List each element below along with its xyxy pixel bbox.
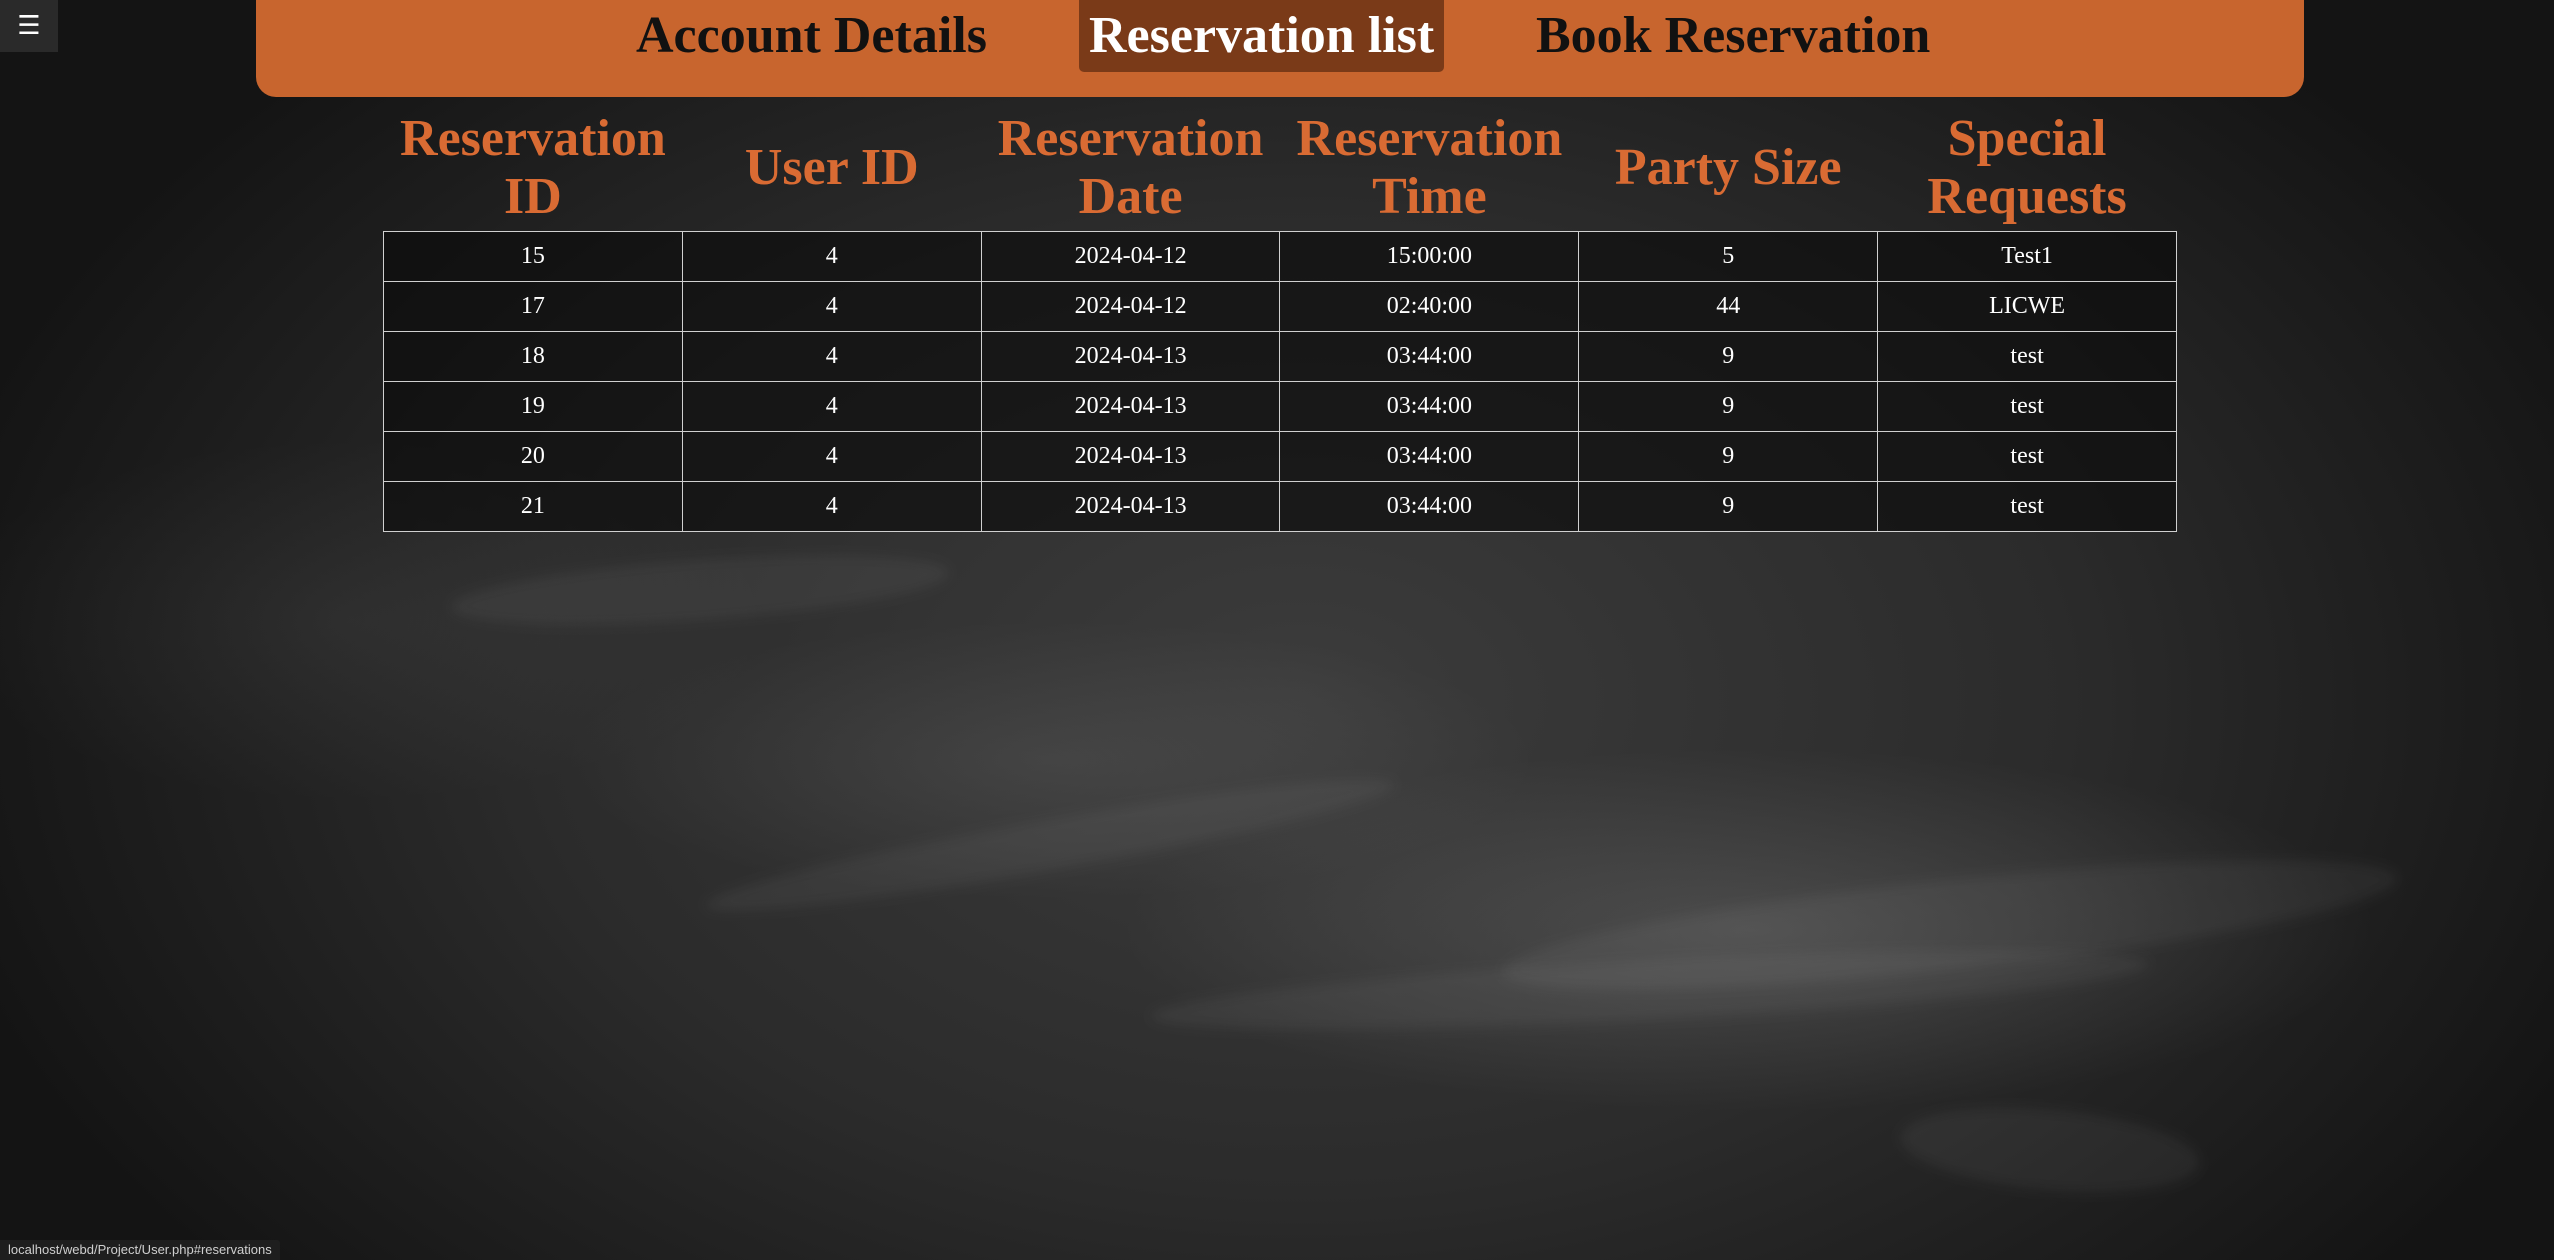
cell-user-id: 4 <box>681 431 982 482</box>
table-row: 17 4 2024-04-12 02:40:00 44 LICWE <box>383 281 2177 332</box>
cell-special-requests: test <box>1877 381 2177 432</box>
table-row: 21 4 2024-04-13 03:44:00 9 test <box>383 481 2177 532</box>
nav-account-details[interactable]: Account Details <box>636 0 987 72</box>
cell-reservation-time: 03:44:00 <box>1279 331 1580 382</box>
cell-reservation-date: 2024-04-13 <box>980 481 1281 532</box>
top-navigation: Account Details Reservation list Book Re… <box>256 0 2304 97</box>
cell-user-id: 4 <box>681 281 982 332</box>
table-row: 19 4 2024-04-13 03:44:00 9 test <box>383 381 2177 432</box>
cell-special-requests: Test1 <box>1877 231 2177 282</box>
column-header-reservation-date: Reservation Date <box>997 110 1264 225</box>
cell-reservation-time: 02:40:00 <box>1279 281 1580 332</box>
column-header-reservation-id: Reservation ID <box>400 110 666 225</box>
hamburger-menu-icon[interactable]: ☰ <box>17 11 40 41</box>
cell-reservation-id: 15 <box>383 231 683 282</box>
table-row: 18 4 2024-04-13 03:44:00 9 test <box>383 331 2177 382</box>
table-row: 15 4 2024-04-12 15:00:00 5 Test1 <box>383 231 2177 282</box>
nav-reservation-list[interactable]: Reservation list <box>1079 0 1445 72</box>
cell-reservation-time: 03:44:00 <box>1279 381 1580 432</box>
reservations-table: Reservation ID User ID Reservation Date … <box>383 105 2177 532</box>
cell-party-size: 9 <box>1578 381 1879 432</box>
status-bar-url: localhost/webd/Project/User.php#reservat… <box>0 1240 280 1260</box>
nav-book-reservation[interactable]: Book Reservation <box>1536 0 1930 72</box>
cell-special-requests: test <box>1877 331 2177 382</box>
cell-special-requests: test <box>1877 431 2177 482</box>
cell-party-size: 44 <box>1578 281 1879 332</box>
cell-user-id: 4 <box>681 381 982 432</box>
column-header-user-id: User ID <box>744 139 919 196</box>
cell-reservation-id: 20 <box>383 431 683 482</box>
cell-reservation-date: 2024-04-13 <box>980 431 1281 482</box>
cell-reservation-date: 2024-04-13 <box>980 381 1281 432</box>
table-row: 20 4 2024-04-13 03:44:00 9 test <box>383 431 2177 482</box>
chalk-smudge <box>448 542 952 638</box>
cell-party-size: 9 <box>1578 481 1879 532</box>
table-header-row: Reservation ID User ID Reservation Date … <box>384 105 2177 232</box>
cell-special-requests: LICWE <box>1877 281 2177 332</box>
cell-reservation-time: 15:00:00 <box>1279 231 1580 282</box>
cell-party-size: 5 <box>1578 231 1879 282</box>
column-header-special-requests: Special Requests <box>1927 110 2127 225</box>
cell-reservation-id: 21 <box>383 481 683 532</box>
column-header-party-size: Party Size <box>1614 139 1842 196</box>
cell-reservation-id: 19 <box>383 381 683 432</box>
cell-reservation-id: 18 <box>383 331 683 382</box>
cell-party-size: 9 <box>1578 431 1879 482</box>
cell-reservation-date: 2024-04-12 <box>980 281 1281 332</box>
cell-user-id: 4 <box>681 231 982 282</box>
cell-special-requests: test <box>1877 481 2177 532</box>
cell-party-size: 9 <box>1578 331 1879 382</box>
cell-reservation-date: 2024-04-12 <box>980 231 1281 282</box>
cell-user-id: 4 <box>681 481 982 532</box>
chalk-smudge <box>700 759 1400 931</box>
cell-reservation-id: 17 <box>383 281 683 332</box>
cell-user-id: 4 <box>681 331 982 382</box>
cell-reservation-date: 2024-04-13 <box>980 331 1281 382</box>
cell-reservation-time: 03:44:00 <box>1279 481 1580 532</box>
chalk-smudge <box>1897 1097 2203 1203</box>
menu-toggle-button[interactable]: ☰ <box>0 0 58 52</box>
column-header-reservation-time: Reservation Time <box>1296 110 1563 225</box>
cell-reservation-time: 03:44:00 <box>1279 431 1580 482</box>
